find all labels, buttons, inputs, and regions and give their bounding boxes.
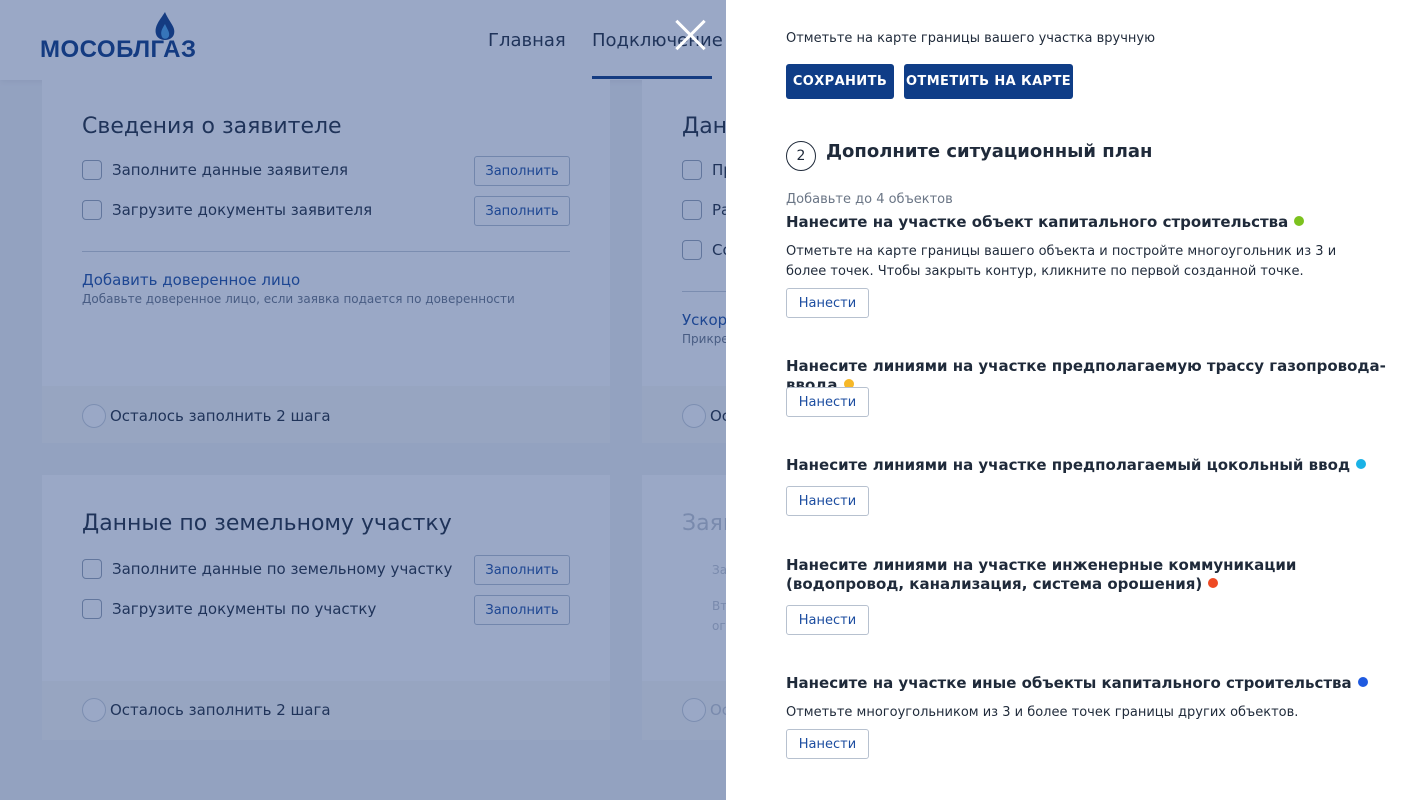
step-subtitle: Добавьте до 4 объектов [786,192,953,207]
close-icon[interactable] [674,18,708,52]
object-description: Отметьте многоугольником из 3 и более то… [786,705,1299,720]
color-dot [1357,677,1368,687]
object-title: Нанесите линиями на участке предполагаем… [786,456,1367,475]
apply-button[interactable]: Нанести [786,486,869,516]
apply-button[interactable]: Нанести [786,387,869,417]
object-title: Нанесите на участке объект капитального … [786,213,1305,232]
apply-button[interactable]: Нанести [786,729,869,759]
apply-button[interactable]: Нанести [786,288,869,318]
object-title-text: Нанесите на участке иные объекты капитал… [786,674,1352,692]
color-dot [1356,459,1367,469]
object-title-text: Нанесите линиями на участке предполагаем… [786,357,1386,394]
object-title-text: Нанесите линиями на участке предполагаем… [786,456,1351,474]
mark-on-map-button[interactable]: ОТМЕТИТЬ НА КАРТЕ [904,64,1073,99]
object-title-text: Нанесите линиями на участке инженерные к… [786,556,1297,593]
color-dot [1294,216,1305,226]
save-button[interactable]: СОХРАНИТЬ [786,64,894,99]
situation-plan-panel: Отметьте на карте границы вашего участка… [726,0,1426,800]
object-description: Отметьте на карте границы вашего объекта… [786,244,1337,279]
object-title: Нанесите на участке иные объекты капитал… [786,674,1368,693]
apply-button[interactable]: Нанести [786,605,869,635]
color-dot [1208,578,1219,588]
object-title: Нанесите линиями на участке инженерные к… [786,556,1346,594]
step-title: Дополните ситуационный план [826,141,1153,162]
step-number: 2 [786,141,816,171]
manual-border-hint: Отметьте на карте границы вашего участка… [786,31,1156,46]
object-title: Нанесите линиями на участке предполагаем… [786,357,1426,395]
object-title-text: Нанесите на участке объект капитального … [786,213,1289,231]
